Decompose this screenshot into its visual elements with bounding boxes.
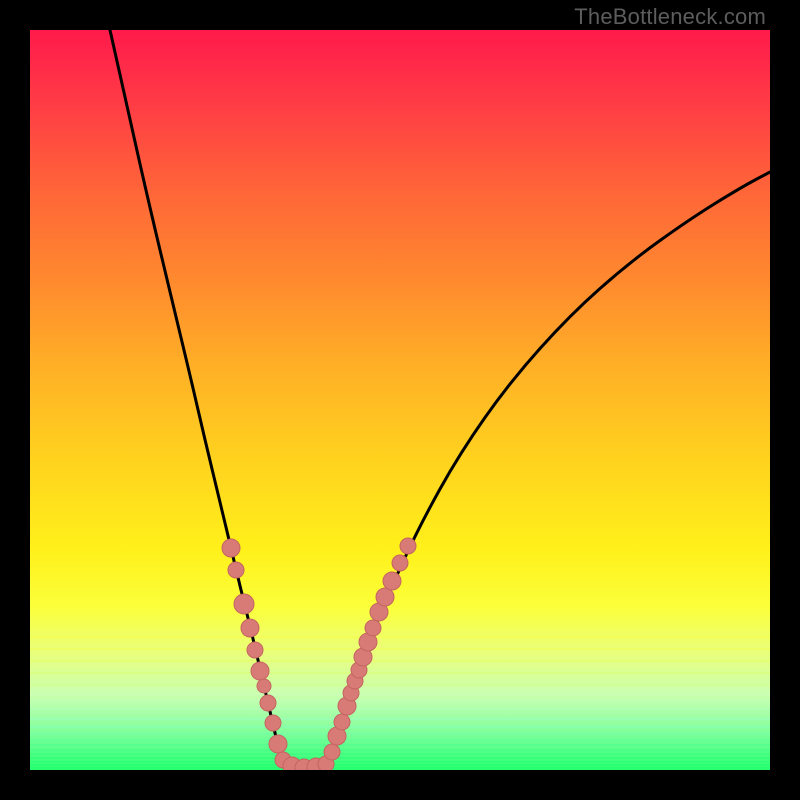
- marker-dot: [392, 555, 408, 571]
- marker-dot: [365, 620, 381, 636]
- marker-dot: [265, 715, 281, 731]
- marker-dot: [257, 679, 271, 693]
- marker-dot: [228, 562, 244, 578]
- frame-left: [0, 0, 30, 800]
- marker-dot: [383, 572, 401, 590]
- marker-dot: [234, 594, 254, 614]
- plot-area: [30, 30, 770, 770]
- marker-dot: [260, 695, 276, 711]
- frame-bottom: [0, 770, 800, 800]
- frame-right: [770, 0, 800, 800]
- marker-dots: [222, 538, 416, 770]
- marker-dot: [269, 735, 287, 753]
- bottleneck-curve: [110, 30, 770, 769]
- marker-dot: [400, 538, 416, 554]
- curve-layer: [30, 30, 770, 770]
- watermark-text: TheBottleneck.com: [574, 4, 766, 30]
- marker-dot: [247, 642, 263, 658]
- marker-dot: [334, 714, 350, 730]
- marker-dot: [376, 588, 394, 606]
- marker-dot: [222, 539, 240, 557]
- marker-dot: [324, 744, 340, 760]
- marker-dot: [241, 619, 259, 637]
- marker-dot: [251, 662, 269, 680]
